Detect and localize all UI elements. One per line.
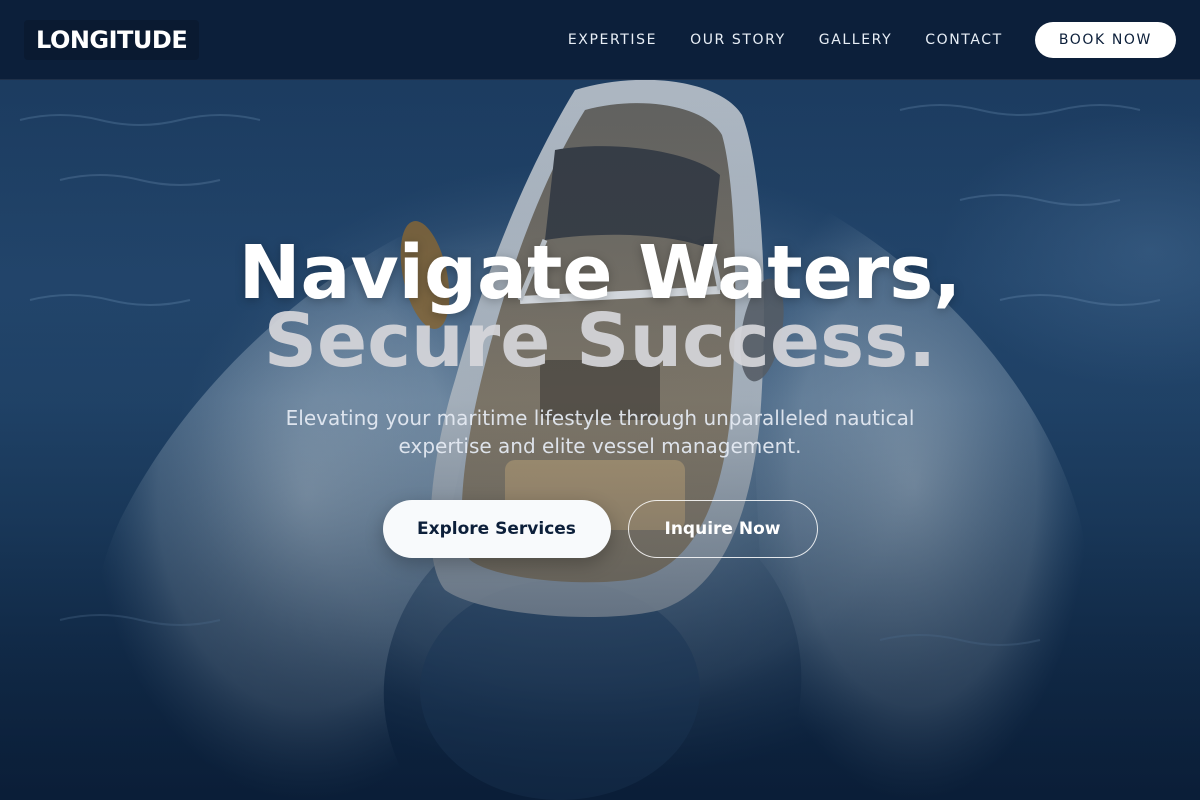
book-now-button[interactable]: BOOK NOW bbox=[1034, 21, 1176, 58]
brand-logo[interactable]: LONGITUDE bbox=[24, 19, 200, 60]
explore-services-button[interactable]: Explore Services bbox=[382, 500, 611, 558]
hero-buttons: Explore Services Inquire Now bbox=[0, 500, 1200, 558]
hero-subtitle: Elevating your maritime lifestyle throug… bbox=[285, 406, 915, 458]
hero-headline: Navigate Waters, Secure Success. bbox=[0, 236, 1200, 378]
hero-content: Navigate Waters, Secure Success. Elevati… bbox=[0, 236, 1200, 558]
nav-link-gallery[interactable]: GALLERY bbox=[819, 32, 892, 48]
nav-link-our-story[interactable]: OUR STORY bbox=[690, 32, 786, 48]
hero-section: LONGITUDE EXPERTISE OUR STORY GALLERY CO… bbox=[0, 0, 1200, 800]
inquire-now-button[interactable]: Inquire Now bbox=[627, 500, 818, 558]
top-navbar: LONGITUDE EXPERTISE OUR STORY GALLERY CO… bbox=[0, 0, 1200, 80]
nav-links: EXPERTISE OUR STORY GALLERY CONTACT BOOK… bbox=[535, 21, 1176, 58]
nav-link-contact[interactable]: CONTACT bbox=[925, 32, 1003, 48]
nav-link-expertise[interactable]: EXPERTISE bbox=[568, 32, 657, 48]
headline-line-2: Secure Success. bbox=[263, 298, 937, 384]
